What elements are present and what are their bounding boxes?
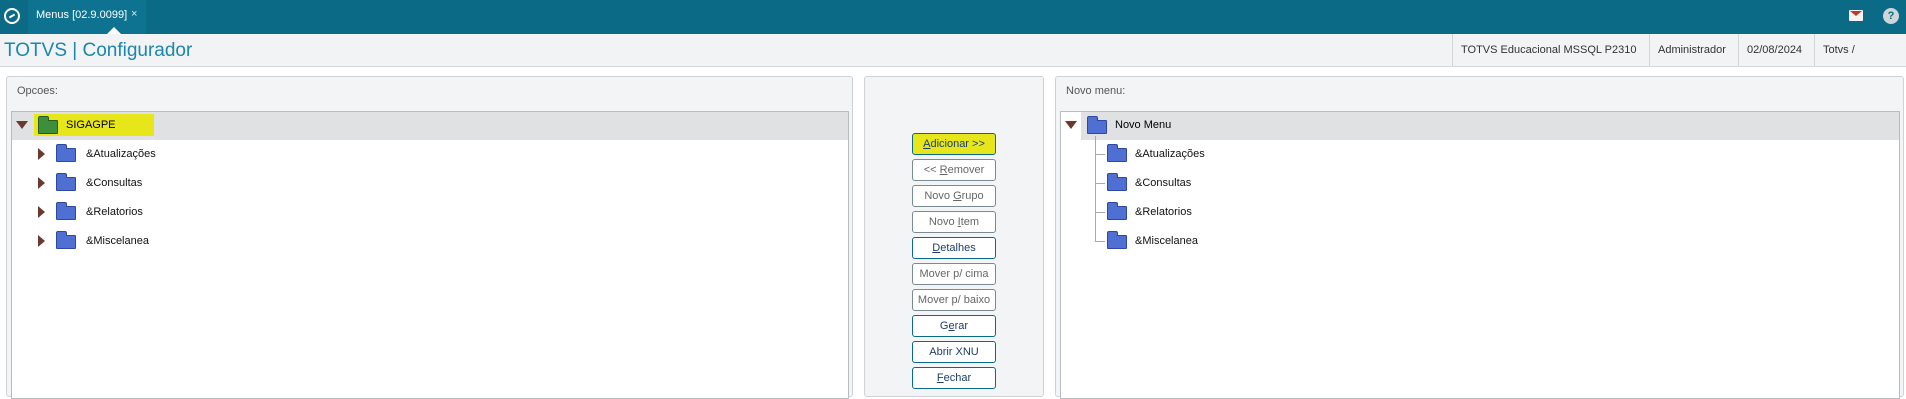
details-button[interactable]: Detalhes: [912, 237, 996, 259]
new-menu-item-miscelanea[interactable]: &Miscelanea: [1135, 230, 1198, 252]
tree-root-label[interactable]: SIGAGPE: [66, 114, 116, 136]
folder-open-icon: [38, 116, 58, 134]
tree-item-relatorios[interactable]: &Relatorios: [86, 201, 143, 223]
tree-selected-row[interactable]: [1081, 112, 1899, 140]
expand-arrow-icon[interactable]: [38, 235, 45, 247]
new-menu-item-atualizacoes[interactable]: &Atualizações: [1135, 143, 1205, 165]
add-button[interactable]: Adicionar >>: [912, 133, 996, 155]
tree-item-atualizacoes[interactable]: &Atualizações: [86, 143, 156, 165]
close-icon[interactable]: ×: [131, 8, 137, 20]
folder-icon: [1107, 231, 1127, 249]
btn-accel: R: [939, 164, 948, 176]
open-xnu-button[interactable]: Abrir XNU: [912, 341, 996, 363]
collapse-arrow-icon[interactable]: [16, 121, 28, 129]
tree-connector: [1095, 212, 1105, 213]
new-item-button[interactable]: Novo Item: [912, 211, 996, 233]
tab-label: Menus [02.9.0099]: [36, 9, 128, 21]
btn-text: Novo: [924, 190, 954, 202]
expand-arrow-icon[interactable]: [38, 148, 45, 160]
folder-icon: [56, 231, 76, 249]
new-menu-panel: Novo menu: Novo Menu &Atualizações &Cons…: [1055, 76, 1904, 399]
options-panel: Opcoes: SIGAGPE &Atualizações &Consultas…: [6, 76, 853, 399]
btn-text: etalhes: [940, 242, 976, 254]
btn-text: dicionar >>: [930, 138, 985, 150]
tree-connector: [1095, 241, 1105, 242]
date-label: 02/08/2024: [1738, 34, 1810, 66]
new-menu-item-consultas[interactable]: &Consultas: [1135, 172, 1191, 194]
new-group-button[interactable]: Novo Grupo: [912, 185, 996, 207]
collapse-arrow-icon[interactable]: [1065, 121, 1077, 129]
folder-icon: [56, 202, 76, 220]
folder-icon: [1107, 144, 1127, 162]
expand-arrow-icon[interactable]: [38, 177, 45, 189]
tree-connector: [1095, 183, 1105, 184]
branch-label: Totvs / Londrina: [1814, 34, 1906, 88]
tree-root-label[interactable]: Novo Menu: [1115, 114, 1171, 136]
app-header: TOTVS | Configurador TOTVS Educacional M…: [0, 34, 1906, 88]
tab-active-indicator: [107, 27, 121, 34]
options-tree[interactable]: SIGAGPE &Atualizações &Consultas &Relato…: [11, 111, 849, 399]
new-menu-tree[interactable]: Novo Menu &Atualizações &Consultas &Rela…: [1060, 111, 1900, 399]
btn-accel: F: [936, 372, 944, 384]
folder-icon: [56, 144, 76, 162]
btn-text: Novo: [928, 216, 958, 228]
help-icon[interactable]: ?: [1883, 8, 1899, 24]
btn-text: Mover p/ cima: [919, 268, 989, 280]
new-menu-item-relatorios[interactable]: &Relatorios: [1135, 201, 1192, 223]
tree-item-consultas[interactable]: &Consultas: [86, 172, 142, 194]
folder-icon: [56, 173, 76, 191]
generate-button[interactable]: Gerar: [912, 315, 996, 337]
btn-text: emover: [947, 164, 985, 176]
tree-connector: [1095, 136, 1096, 242]
btn-text: Mover p/ baixo: [917, 294, 991, 306]
folder-icon: [1087, 116, 1107, 134]
options-panel-title: Opcoes:: [17, 85, 58, 97]
remove-button[interactable]: << Remover: [912, 159, 996, 181]
close-button[interactable]: Fechar: [912, 367, 996, 389]
user-label: Administrador: [1649, 34, 1734, 66]
top-bar: Menus [02.9.0099] × ?: [0, 0, 1906, 34]
tree-item-miscelanea[interactable]: &Miscelanea: [86, 230, 149, 252]
environment-label: TOTVS Educacional MSSQL P2310: [1452, 34, 1644, 66]
folder-icon: [1107, 173, 1127, 191]
folder-icon: [1107, 202, 1127, 220]
new-menu-panel-title: Novo menu:: [1066, 85, 1126, 97]
expand-arrow-icon[interactable]: [38, 206, 45, 218]
page-title: TOTVS | Configurador: [4, 40, 193, 61]
tree-connector: [1095, 154, 1105, 155]
btn-text: Abrir XNU: [929, 346, 979, 358]
btn-text: <<: [923, 164, 940, 176]
tab-menus[interactable]: Menus [02.9.0099] ×: [28, 0, 146, 34]
btn-text: rupo: [961, 190, 984, 202]
totvs-logo-icon[interactable]: [4, 8, 20, 24]
btn-text: echar: [943, 372, 972, 384]
btn-accel: G: [953, 190, 962, 202]
btn-text: tem: [960, 216, 980, 228]
btn-text: rar: [954, 320, 969, 332]
mail-icon[interactable]: [1849, 10, 1863, 21]
move-up-button[interactable]: Mover p/ cima: [912, 263, 996, 285]
move-down-button[interactable]: Mover p/ baixo: [912, 289, 996, 311]
